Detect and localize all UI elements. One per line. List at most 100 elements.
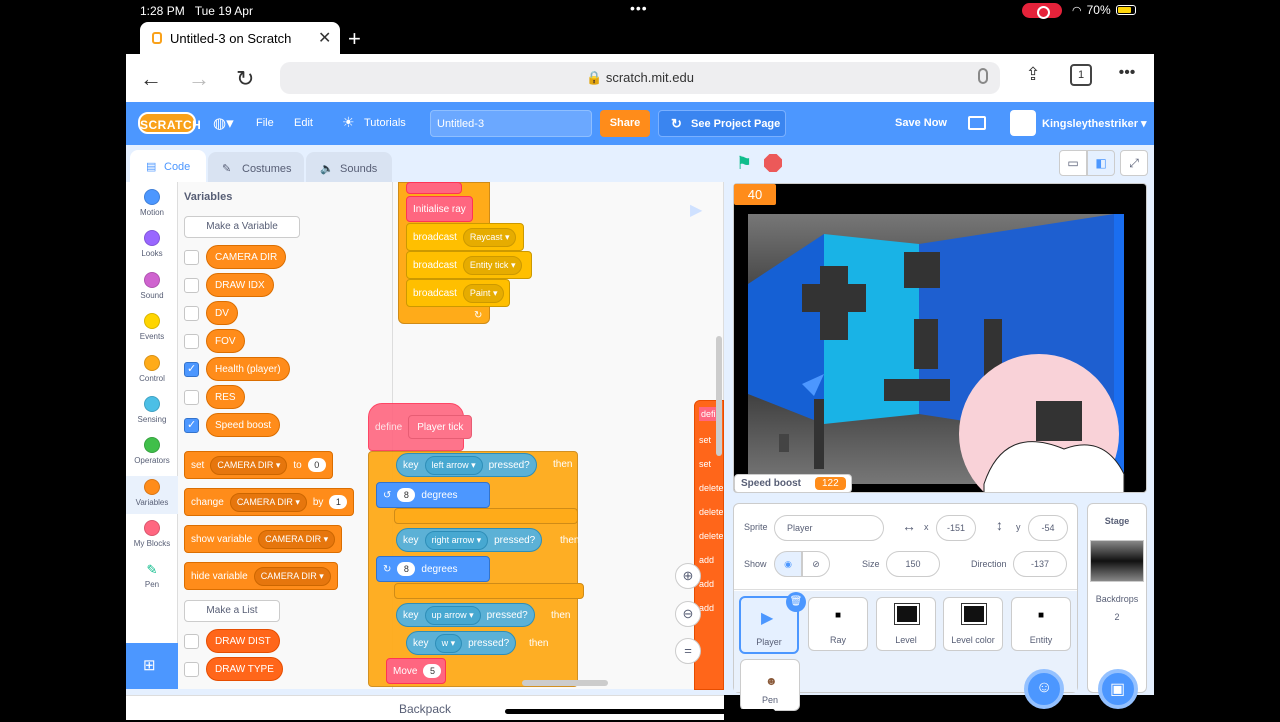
stage-canvas[interactable]	[733, 183, 1147, 493]
tab-sounds[interactable]: 🔈 Sounds	[306, 152, 392, 186]
make-list-button[interactable]: Make a List	[184, 600, 280, 622]
share-button[interactable]: Share	[600, 110, 650, 137]
degrees-input[interactable]: 8	[397, 488, 416, 502]
microphone-icon[interactable]	[978, 68, 988, 84]
hide-eye-icon[interactable]: ⊘	[802, 551, 830, 577]
zoom-out-icon[interactable]: ⊖	[675, 601, 701, 627]
direction-input[interactable]: -137	[1013, 551, 1067, 577]
variable-checkbox-checked[interactable]	[184, 418, 199, 433]
sprite-name-input[interactable]: Player	[774, 515, 884, 541]
backpack-panel[interactable]: Backpack	[126, 695, 724, 720]
sprite-tile[interactable]: ■ Ray	[808, 597, 868, 651]
category-control[interactable]: Control	[126, 355, 178, 383]
custom-block-init-ray[interactable]: Initialise ray	[406, 196, 473, 222]
x-input[interactable]: -151	[936, 515, 976, 541]
key-pressed-block[interactable]: key up arrow ▾ pressed?	[396, 603, 535, 627]
variable-reporter[interactable]: Health (player)	[206, 357, 290, 381]
more-icon[interactable]: •••	[1116, 64, 1138, 86]
home-indicator[interactable]	[505, 709, 775, 714]
custom-block[interactable]	[406, 182, 462, 194]
define-hat-block[interactable]: define Player tick	[368, 403, 473, 451]
y-input[interactable]: -54	[1028, 515, 1068, 541]
browser-tab[interactable]: Untitled-3 on Scratch ✕	[140, 22, 340, 54]
project-title-input[interactable]: Untitled-3	[430, 110, 592, 137]
variable-reporter[interactable]: DV	[206, 301, 238, 325]
set-variable-block[interactable]: set CAMERA DIR ▾ to 0	[184, 451, 333, 479]
key-pressed-block[interactable]: key w ▾ pressed?	[406, 631, 517, 655]
category-motion[interactable]: Motion	[126, 189, 178, 217]
account-menu[interactable]: Kingsleythestriker ▾	[1042, 117, 1147, 130]
green-flag-icon[interactable]: ⚑	[736, 153, 752, 174]
show-variable-block[interactable]: show variable CAMERA DIR ▾	[184, 525, 343, 553]
variable-dropdown[interactable]: CAMERA DIR ▾	[258, 529, 336, 549]
tutorials-menu[interactable]: Tutorials	[364, 117, 406, 129]
variable-reporter[interactable]: CAMERA DIR	[206, 245, 287, 269]
show-eye-icon[interactable]: ◉	[774, 551, 802, 577]
file-menu[interactable]: File	[256, 117, 274, 129]
forward-icon[interactable]: →	[188, 66, 210, 92]
variable-reporter[interactable]: RES	[206, 385, 245, 409]
key-pressed-block[interactable]: key left arrow ▾ pressed?	[396, 453, 537, 477]
variable-dropdown[interactable]: CAMERA DIR ▾	[229, 492, 307, 512]
category-pen[interactable]: ✎ Pen	[126, 562, 178, 589]
list-checkbox[interactable]	[184, 662, 199, 677]
key-dropdown[interactable]: w ▾	[434, 633, 463, 653]
language-globe-icon[interactable]: ◍▾	[213, 114, 234, 132]
variable-reporter[interactable]: FOV	[206, 329, 245, 353]
fullscreen-icon[interactable]: ⤢	[1120, 150, 1148, 176]
scratch-logo[interactable]: SCRATCH	[138, 112, 201, 134]
variable-reporter[interactable]: Speed boost	[206, 413, 281, 437]
see-project-page-button[interactable]: ↻ See Project Page	[658, 110, 786, 137]
variable-dropdown[interactable]: CAMERA DIR ▾	[253, 566, 331, 586]
sprite-tile[interactable]: Level	[876, 597, 936, 651]
category-sensing[interactable]: Sensing	[126, 396, 178, 424]
value-input[interactable]: 1	[329, 495, 348, 509]
save-now-button[interactable]: Save Now	[895, 117, 947, 129]
variable-checkbox[interactable]	[184, 278, 199, 293]
category-operators[interactable]: Operators	[126, 437, 178, 465]
turn-block[interactable]: ↺ 8 degrees	[376, 482, 490, 508]
url-field[interactable]: 🔒 scratch.mit.edu	[280, 62, 1000, 94]
category-looks[interactable]: Looks	[126, 230, 178, 258]
move-custom-block[interactable]: Move 5	[386, 658, 446, 684]
message-dropdown[interactable]: Paint ▾	[462, 283, 505, 303]
edit-menu[interactable]: Edit	[294, 117, 313, 129]
key-pressed-block[interactable]: key right arrow ▾ pressed?	[396, 528, 543, 552]
normal-stage-icon[interactable]: ◧	[1087, 150, 1115, 176]
broadcast-block[interactable]: broadcast Entity tick ▾	[406, 251, 532, 279]
category-sound[interactable]: Sound	[126, 272, 178, 300]
message-dropdown[interactable]: Entity tick ▾	[462, 255, 523, 275]
stage-target-panel[interactable]: Stage Backdrops 2	[1087, 503, 1147, 693]
key-dropdown[interactable]: right arrow ▾	[424, 530, 489, 550]
make-variable-button[interactable]: Make a Variable	[184, 216, 300, 238]
key-dropdown[interactable]: up arrow ▾	[424, 605, 481, 625]
key-dropdown[interactable]: left arrow ▾	[424, 455, 483, 475]
size-input[interactable]: 150	[886, 551, 940, 577]
user-avatar[interactable]	[1010, 110, 1036, 136]
hide-variable-block[interactable]: hide variable CAMERA DIR ▾	[184, 562, 338, 590]
reload-icon[interactable]: ↻	[236, 66, 254, 92]
broadcast-block[interactable]: broadcast Paint ▾	[406, 279, 510, 307]
variable-dropdown[interactable]: CAMERA DIR ▾	[210, 455, 288, 475]
list-checkbox[interactable]	[184, 634, 199, 649]
message-dropdown[interactable]: Raycast ▾	[462, 227, 517, 247]
zoom-in-icon[interactable]: ⊕	[675, 563, 701, 589]
variable-checkbox[interactable]	[184, 306, 199, 321]
value-input[interactable]: 0	[307, 458, 326, 472]
change-variable-block[interactable]: change CAMERA DIR ▾ by 1	[184, 488, 355, 516]
variable-checkbox[interactable]	[184, 390, 199, 405]
variable-checkbox-checked[interactable]	[184, 362, 199, 377]
move-input[interactable]: 5	[423, 664, 442, 678]
my-stuff-folder-icon[interactable]	[968, 116, 986, 130]
category-my-blocks[interactable]: My Blocks	[126, 520, 178, 548]
new-tab-icon[interactable]: +	[348, 26, 361, 52]
choose-sprite-icon[interactable]: ☺	[1024, 669, 1064, 709]
sprite-tile[interactable]: ■ Entity	[1011, 597, 1071, 651]
broadcast-block[interactable]: broadcast Raycast ▾	[406, 223, 524, 251]
tab-overview-button[interactable]: 1	[1070, 64, 1092, 86]
add-extension-button[interactable]: ⊞	[126, 643, 178, 689]
multitask-dots[interactable]: •••	[630, 0, 648, 16]
tab-costumes[interactable]: ✎ Costumes	[208, 152, 304, 186]
list-reporter[interactable]: DRAW DIST	[206, 629, 280, 653]
zoom-reset-icon[interactable]: =	[675, 638, 701, 664]
